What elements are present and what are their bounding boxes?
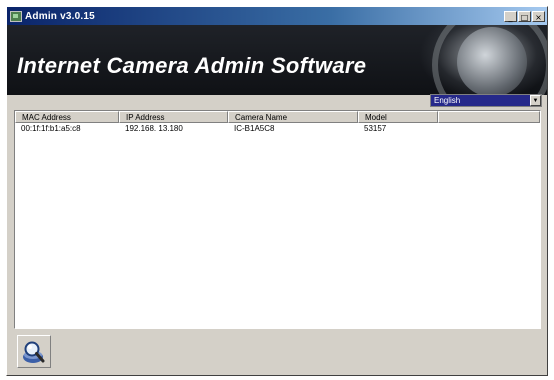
header-banner: Internet Camera Admin Software [7,25,547,95]
column-header-model[interactable]: Model [358,111,438,123]
camera-list-header: MAC Address IP Address Camera Name Model [15,111,540,123]
camera-lens-glass [457,27,527,95]
column-header-ip-address[interactable]: IP Address [119,111,228,123]
camera-list[interactable]: MAC Address IP Address Camera Name Model… [14,110,541,329]
banner-title: Internet Camera Admin Software [17,53,367,78]
window-title: Admin v3.0.15 [25,10,95,22]
close-button[interactable]: × [532,10,545,22]
column-header-mac-address[interactable]: MAC Address [15,111,119,123]
column-header-camera-name[interactable]: Camera Name [228,111,358,123]
maximize-button[interactable]: □ [518,10,531,22]
cell-mac-address: 00:1f:1f:b1:a5:c8 [21,124,81,133]
cell-ip-address: 192.168. 13.180 [125,124,183,133]
cell-model: 53157 [364,124,387,133]
column-header-filler [438,111,540,123]
cell-camera-name: IC-B1A5C8 [234,124,275,133]
title-bar[interactable]: Admin v3.0.15 _ □ × [7,7,547,25]
language-select[interactable]: English ▼ [430,94,542,107]
camera-app-icon [10,10,22,22]
search-cameras-icon [23,341,45,363]
window-controls: _ □ × [504,10,545,22]
table-row[interactable]: 00:1f:1f:b1:a5:c8 192.168. 13.180 IC-B1A… [15,123,540,134]
search-cameras-button[interactable] [17,335,51,368]
language-selected-value: English [434,96,461,105]
minimize-button[interactable]: _ [504,10,517,22]
chevron-down-icon[interactable]: ▼ [530,95,541,106]
admin-window: Admin v3.0.15 _ □ × Internet Camera Admi… [6,6,548,376]
